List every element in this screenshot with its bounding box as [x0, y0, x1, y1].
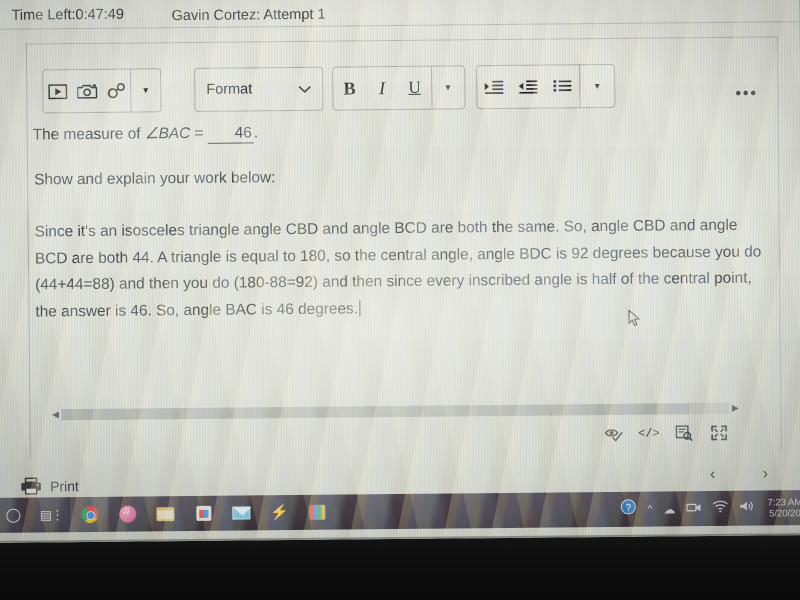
laptop-screen: Time Left:0:47:49 Gavin Cortez: Attempt … — [0, 0, 800, 543]
laptop-bezel: hp — [0, 535, 800, 600]
laptop-photo: hp Time Left:0:47:49 Gavin Cortez: Attem… — [0, 0, 800, 600]
screen-edge-shadow — [0, 0, 800, 543]
